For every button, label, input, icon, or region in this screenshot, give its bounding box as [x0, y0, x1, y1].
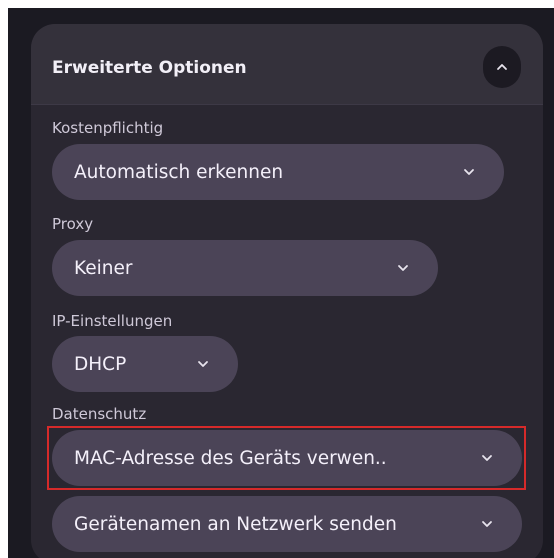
proxy-value: Keiner: [74, 257, 133, 279]
chevron-down-icon: [394, 259, 412, 277]
chevron-down-icon: [194, 355, 212, 373]
chevron-down-icon: [478, 515, 496, 533]
privacy-value: MAC-Adresse des Geräts verwen..: [74, 447, 387, 469]
ip-settings-value: DHCP: [74, 353, 127, 375]
privacy-dropdown[interactable]: MAC-Adresse des Geräts verwen..: [52, 430, 522, 486]
chevron-down-icon: [460, 163, 478, 181]
collapse-button[interactable]: [483, 46, 521, 88]
metered-dropdown[interactable]: Automatisch erkennen: [52, 144, 504, 200]
privacy-label: Datenschutz: [52, 405, 147, 423]
metered-value: Automatisch erkennen: [74, 161, 284, 183]
metered-label: Kostenpflichtig: [52, 119, 164, 137]
ip-settings-dropdown[interactable]: DHCP: [52, 336, 238, 392]
chevron-down-icon: [478, 449, 496, 467]
section-title: Erweiterte Optionen: [52, 58, 247, 78]
hostname-dropdown[interactable]: Gerätenamen an Netzwerk senden: [52, 496, 522, 552]
hostname-value: Gerätenamen an Netzwerk senden: [74, 513, 397, 535]
proxy-dropdown[interactable]: Keiner: [52, 240, 438, 296]
proxy-label: Proxy: [52, 215, 94, 233]
chevron-up-icon: [497, 64, 507, 70]
ip-settings-label: IP-Einstellungen: [52, 312, 173, 330]
